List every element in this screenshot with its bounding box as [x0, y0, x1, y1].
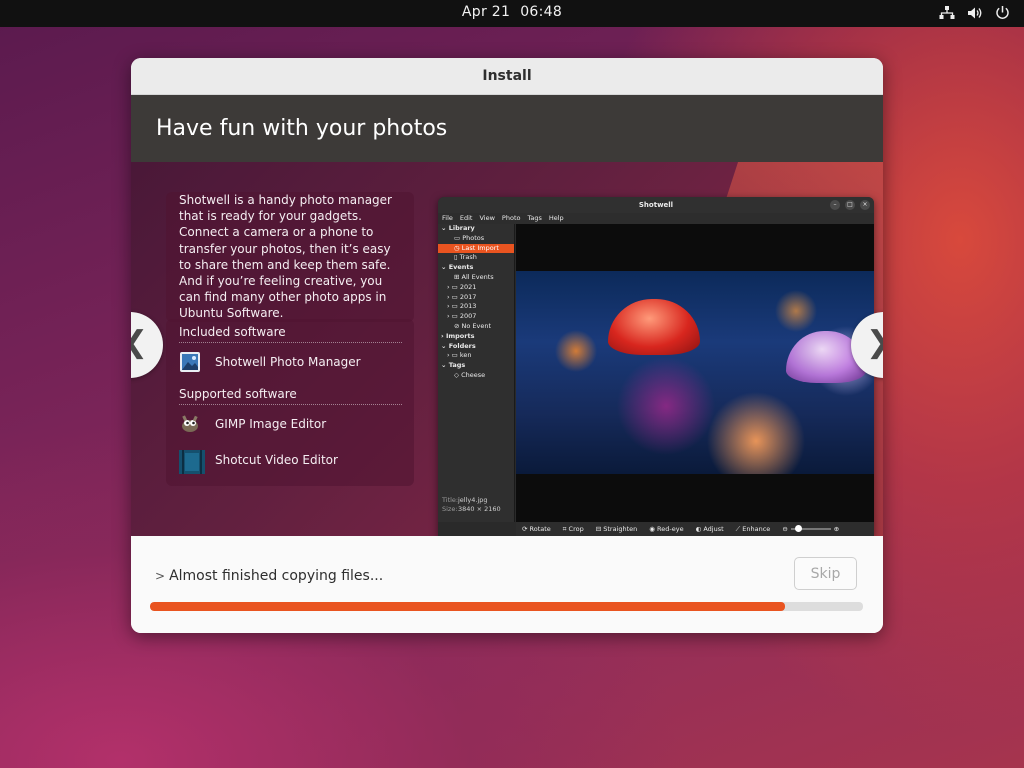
- close-icon: ×: [860, 200, 870, 210]
- previous-slide-button[interactable]: ❮: [131, 312, 163, 378]
- menu-file: File: [442, 214, 453, 222]
- menu-tags: Tags: [527, 214, 542, 222]
- tree-photos: ▭ Photos: [454, 233, 485, 242]
- chevron-left-icon: ❮: [131, 325, 148, 360]
- tree-last-import: ◷ Last Import: [438, 243, 514, 254]
- install-progress-fill: [150, 602, 786, 611]
- straighten-tool: ⊟ Straighten: [595, 525, 638, 533]
- included-app-name: Shotwell Photo Manager: [215, 355, 361, 369]
- menu-view: View: [479, 214, 495, 222]
- included-software-heading: Included software: [179, 325, 402, 343]
- shotwell-toolbar: ⟳ Rotate ⌗ Crop ⊟ Straighten ◉ Red-eye ◐…: [516, 522, 874, 536]
- shotwell-photo-view: [516, 224, 874, 522]
- installer-window: Install Have fun with your photos Shotwe…: [131, 58, 883, 633]
- slide-description: Shotwell is a handy photo manager that i…: [179, 193, 392, 321]
- chevron-right-icon: >: [155, 569, 166, 583]
- tree-folders: ⌄ Folders: [441, 341, 476, 350]
- window-title[interactable]: Install: [131, 58, 883, 95]
- clock-time: 06:48: [520, 4, 563, 20]
- shotwell-icon: [179, 351, 201, 373]
- tree-events: ⌄ Events: [441, 263, 474, 272]
- supported-software-heading: Supported software: [179, 387, 402, 405]
- tree-tag-cheese: ◇ Cheese: [454, 370, 486, 379]
- menu-edit: Edit: [459, 214, 473, 222]
- install-status-toggle[interactable]: > Almost finished copying files...: [155, 568, 383, 584]
- install-status-text: Almost finished copying files...: [169, 568, 384, 584]
- tree-imports: › Imports: [441, 331, 475, 340]
- enhance-tool: ⟋ Enhance: [735, 525, 771, 533]
- minimize-icon: –: [830, 200, 840, 210]
- tree-year: › ▭ 2017: [447, 292, 477, 301]
- shotwell-screenshot: Shotwell – □ × File Edit View Photo Tags…: [438, 197, 874, 536]
- tree-folder-ken: › ▭ ken: [447, 351, 472, 360]
- maximize-icon: □: [845, 200, 855, 210]
- chevron-right-icon: ❯: [866, 325, 883, 360]
- rotate-tool: ⟳ Rotate: [522, 525, 551, 533]
- slideshow: Shotwell is a handy photo manager that i…: [131, 162, 883, 536]
- included-app-shotwell: Shotwell Photo Manager: [179, 349, 402, 375]
- menu-help: Help: [548, 214, 564, 222]
- supported-app-name: Shotcut Video Editor: [215, 453, 338, 467]
- shotwell-window-controls: – □ ×: [830, 200, 870, 210]
- progress-area: > Almost finished copying files... Skip: [131, 536, 883, 633]
- gimp-icon: [179, 413, 201, 435]
- photo-metadata: Title:jelly4.jpg Size:3840 × 2160: [442, 496, 501, 513]
- menu-photo: Photo: [501, 214, 521, 222]
- tree-year: › ▭ 2007: [447, 312, 477, 321]
- tree-all-events: ⊞ All Events: [454, 272, 494, 281]
- power-icon[interactable]: [995, 5, 1010, 20]
- volume-icon[interactable]: [967, 6, 983, 20]
- photo-size: 3840 × 2160: [458, 505, 501, 513]
- shotwell-titlebar: Shotwell – □ ×: [438, 197, 874, 213]
- skip-button[interactable]: Skip: [794, 557, 857, 590]
- shotwell-menubar: File Edit View Photo Tags Help: [438, 213, 874, 224]
- shotcut-icon: [179, 449, 205, 474]
- adjust-tool: ◐ Adjust: [695, 525, 724, 533]
- tree-no-event: ⊘ No Event: [454, 321, 492, 330]
- top-bar: Apr 21 06:48: [0, 0, 1024, 27]
- zoom-slider: ⊖ ⊕: [782, 525, 840, 533]
- system-tray[interactable]: [939, 5, 1010, 20]
- shotwell-sidebar: ⌄ Library ▭ Photos ◷ Last Import ▯ Trash…: [438, 224, 515, 522]
- clock[interactable]: Apr 21 06:48: [0, 4, 1024, 20]
- supported-app-shotcut: Shotcut Video Editor: [179, 447, 402, 474]
- slide-heading: Have fun with your photos: [131, 95, 883, 162]
- tree-year: › ▭ 2021: [447, 282, 477, 291]
- jellyfish-photo: [516, 271, 874, 474]
- supported-app-name: GIMP Image Editor: [215, 417, 327, 431]
- tree-tags: ⌄ Tags: [441, 361, 466, 370]
- crop-tool: ⌗ Crop: [562, 525, 584, 533]
- software-box: Included software Shotwell Photo Manager…: [166, 319, 414, 486]
- clock-date: Apr 21: [461, 4, 511, 20]
- network-icon[interactable]: [939, 5, 955, 20]
- slide-description-box: Shotwell is a handy photo manager that i…: [166, 192, 414, 322]
- tree-year: › ▭ 2013: [447, 302, 477, 311]
- red-jellyfish: [608, 299, 700, 355]
- shotwell-title: Shotwell: [638, 201, 674, 209]
- tree-trash: ▯ Trash: [454, 253, 477, 262]
- tree-library: ⌄ Library: [441, 224, 475, 232]
- install-progress-bar: [150, 602, 863, 611]
- red-eye-tool: ◉ Red-eye: [649, 525, 684, 533]
- supported-app-gimp: GIMP Image Editor: [179, 411, 402, 437]
- photo-title: jelly4.jpg: [458, 496, 488, 504]
